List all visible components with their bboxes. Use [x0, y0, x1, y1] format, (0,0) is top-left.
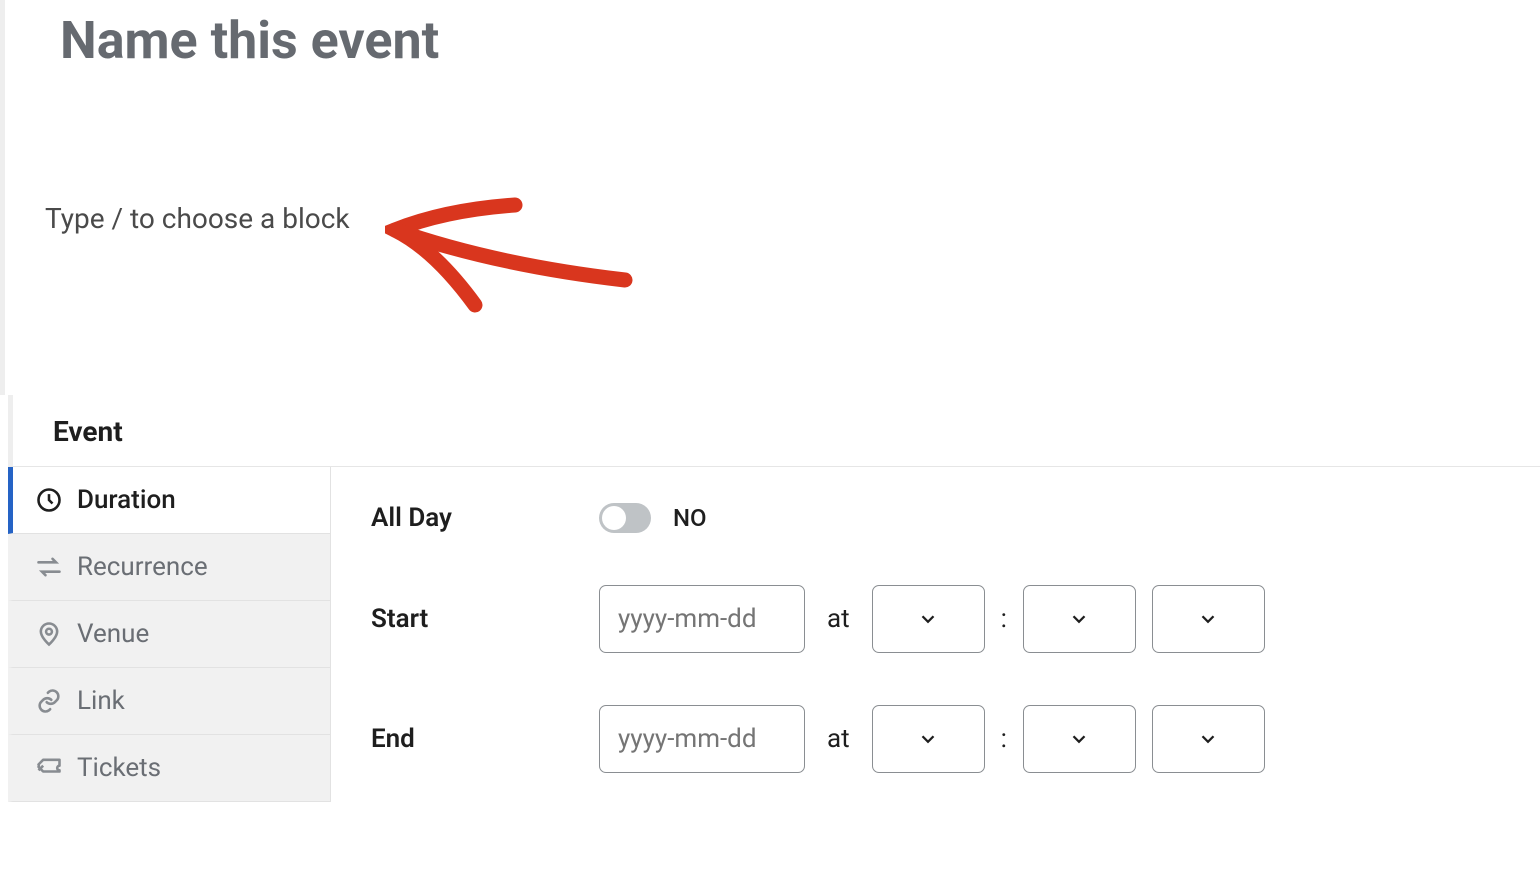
at-label: at — [827, 724, 850, 754]
link-icon — [35, 687, 63, 715]
end-date-input[interactable] — [599, 705, 805, 773]
section-heading: Event — [8, 395, 1540, 467]
sidebar-item-duration[interactable]: Duration — [8, 467, 330, 534]
start-minute-select[interactable] — [1023, 585, 1136, 653]
sidebar-item-label: Recurrence — [77, 552, 208, 582]
event-title-input[interactable]: Name this event — [45, 10, 1500, 72]
all-day-label: All Day — [371, 503, 599, 533]
clock-icon — [35, 486, 63, 514]
sidebar-item-label: Link — [77, 686, 125, 716]
start-hour-select[interactable] — [872, 585, 985, 653]
block-prompt[interactable]: Type / to choose a block — [45, 202, 1500, 235]
end-minute-select[interactable] — [1023, 705, 1136, 773]
all-day-toggle[interactable] — [599, 503, 651, 533]
time-colon: : — [1001, 604, 1007, 634]
start-date-input[interactable] — [599, 585, 805, 653]
all-day-state: NO — [673, 504, 707, 532]
duration-panel: All Day NO Start at : — [331, 467, 1540, 802]
event-sidebar: Duration Recurrence Ve — [8, 467, 331, 802]
start-ampm-select[interactable] — [1152, 585, 1265, 653]
toggle-knob — [602, 506, 626, 530]
sidebar-item-label: Tickets — [77, 753, 161, 783]
sidebar-item-link[interactable]: Link — [8, 668, 330, 735]
start-label: Start — [371, 604, 599, 634]
time-colon: : — [1001, 724, 1007, 754]
at-label: at — [827, 604, 850, 634]
sidebar-item-tickets[interactable]: Tickets — [8, 735, 330, 802]
sidebar-item-venue[interactable]: Venue — [8, 601, 330, 668]
tickets-icon — [35, 754, 63, 782]
sidebar-item-label: Venue — [77, 619, 149, 649]
repeat-icon — [35, 553, 63, 581]
location-pin-icon — [35, 620, 63, 648]
sidebar-item-recurrence[interactable]: Recurrence — [8, 534, 330, 601]
sidebar-item-label: Duration — [77, 485, 176, 515]
end-label: End — [371, 724, 599, 754]
end-hour-select[interactable] — [872, 705, 985, 773]
end-ampm-select[interactable] — [1152, 705, 1265, 773]
